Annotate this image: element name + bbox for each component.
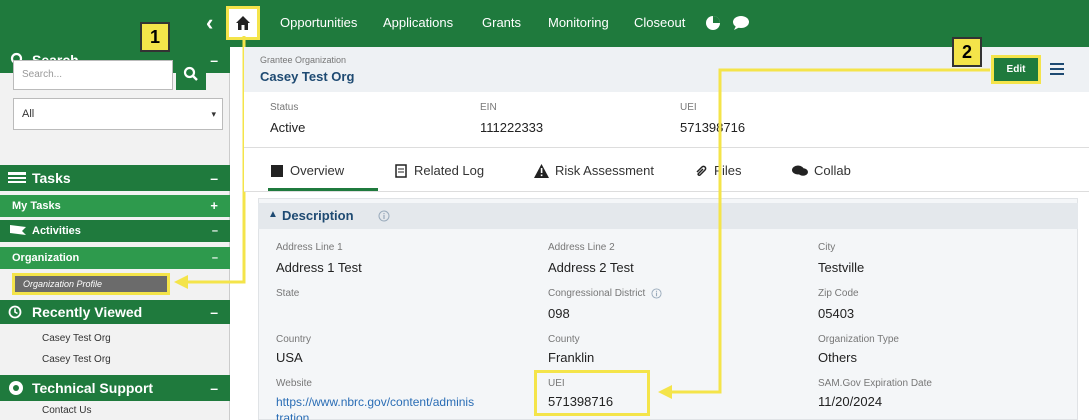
ein-value: 111222333 [480,120,544,135]
recent-item[interactable]: Casey Test Org [0,333,230,344]
callout-number-2: 2 [952,37,982,67]
collapse-icon[interactable]: – [210,375,218,401]
tasks-title: Tasks [32,170,71,186]
ein-label: EIN [480,102,497,113]
sidebar-recently-viewed-header[interactable]: Recently Viewed – [0,300,230,324]
home-icon [236,16,250,30]
nav-grants[interactable]: Grants [482,15,521,30]
nav-applications[interactable]: Applications [383,15,453,30]
collapse-icon[interactable]: – [210,300,218,324]
pie-chart-icon[interactable] [705,15,721,31]
recent-item[interactable]: Casey Test Org [0,354,230,365]
org-type-label: Grantee Organization [260,55,347,65]
nav-closeout[interactable]: Closeout [634,15,685,30]
tasks-icon [8,172,26,183]
warning-icon [534,163,549,178]
field-value: Address 1 Test [276,260,362,275]
search-input[interactable]: Search... [13,60,173,90]
field-value: Franklin [548,350,595,365]
status-label: Status [270,102,299,113]
sidebar-item-organization-profile[interactable]: Organization Profile [12,273,170,295]
technical-support-title: Technical Support [32,380,154,396]
tab-overview-label: Overview [290,163,345,178]
recently-viewed-title: Recently Viewed [32,304,143,320]
tab-related-log-label: Related Log [414,163,485,178]
field-label: State [276,288,300,299]
organization-label: Organization [12,252,80,264]
congressional-district-label: Congressional District [548,288,646,300]
filter-select-value: All [22,108,35,120]
nav-monitoring[interactable]: Monitoring [548,15,609,30]
field-label: UEI [548,378,565,389]
callout-arrow [174,36,246,289]
status-value: Active [270,120,306,135]
flag-icon [10,225,26,235]
activities-label: Activities [32,225,81,237]
chat-bubble-icon[interactable] [732,15,750,31]
document-icon [395,163,407,178]
book-icon [271,164,283,177]
field-value: USA [276,350,303,365]
info-icon[interactable] [378,210,390,222]
tab-risk-assessment[interactable]: Risk Assessment [534,163,654,178]
contact-us-link[interactable]: Contact Us [0,405,230,416]
field-label: Website [276,378,312,389]
org-name: Casey Test Org [260,69,355,84]
sidebar-technical-support-header[interactable]: Technical Support – [0,375,230,401]
field-label: Address Line 2 [548,242,615,253]
active-tab-indicator [268,188,378,191]
nav-opportunities[interactable]: Opportunities [280,15,357,30]
menu-icon[interactable] [1050,63,1064,75]
callout-arrow [658,68,990,399]
field-label: Address Line 1 [276,242,343,253]
field-value: Address 2 Test [548,260,634,275]
website-link[interactable]: https://www.nbrc.gov/content/adminis tra… [276,394,506,420]
tab-related-log[interactable]: Related Log [394,163,484,178]
field-label: Congressional District [548,288,662,299]
edit-button[interactable]: Edit [991,55,1041,84]
clock-icon [8,305,22,319]
my-tasks-label: My Tasks [12,200,61,212]
tab-risk-assessment-label: Risk Assessment [555,163,654,178]
field-label: County [548,334,580,345]
field-value: 098 [548,306,570,321]
description-title: Description [282,208,354,223]
collapse-triangle-icon: ▲ [268,209,278,220]
tab-overview[interactable]: Overview [270,163,344,178]
lifebuoy-icon [9,381,23,395]
callout-number-1: 1 [140,22,170,52]
organization-profile-label: Organization Profile [23,279,103,289]
field-label: Country [276,334,312,345]
field-value: 571398716 [548,394,614,409]
uei-highlight-box [534,370,650,416]
